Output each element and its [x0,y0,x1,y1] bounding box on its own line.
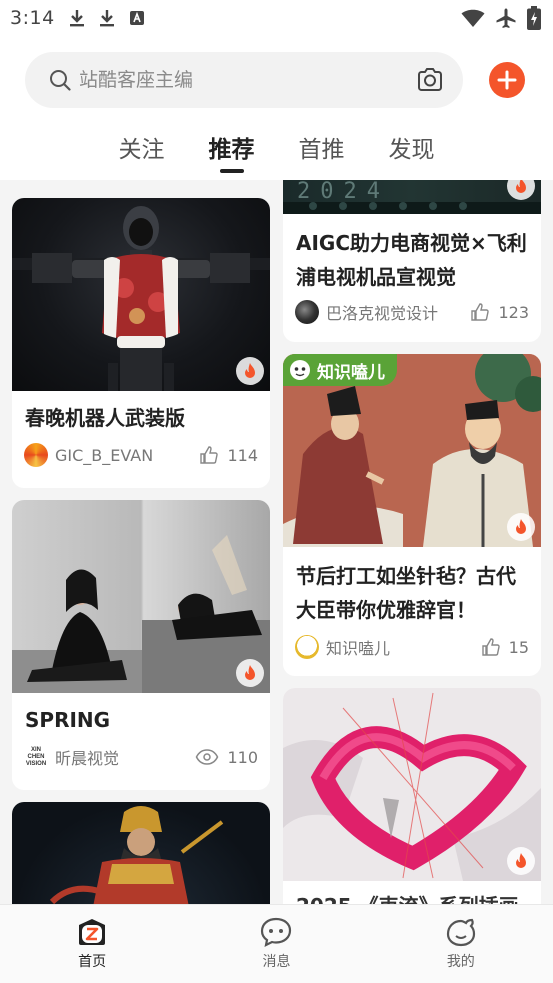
portrait-photo [12,535,270,693]
card-cover-image [12,802,270,904]
card-title: 春晚机器人武装版 [25,406,185,430]
fire-icon [516,180,526,193]
airplane-icon [496,8,516,28]
fire-icon [516,853,526,868]
card-likes[interactable]: 15 [481,637,529,657]
warrior-illustration [49,806,224,904]
fire-icon [516,519,526,534]
search-input[interactable] [79,69,415,91]
hot-badge [507,513,535,541]
thumb-up-icon [471,303,490,321]
nav-label: 消息 [262,954,291,970]
nav-profile[interactable]: 我的 [401,917,521,971]
add-button[interactable] [489,62,525,98]
category-tag: 知识嗑儿 [283,354,397,386]
card-author[interactable]: GIC_B_EVAN [24,443,153,467]
message-icon [261,917,292,947]
feed-card[interactable]: 2025 《束流》系列插画 [283,688,541,904]
status-bar: 3:14 [0,0,553,36]
download-icon [69,10,84,27]
hot-badge [236,357,264,385]
fire-icon [245,665,255,680]
download-icon [99,10,114,27]
bottom-nav: 首页 消息 我的 [0,904,553,983]
card-likes[interactable]: 123 [470,302,529,322]
mascot-icon [290,360,310,380]
card-author[interactable]: 巴洛克视觉设计 [295,300,438,324]
view-count: 110 [227,747,258,767]
card-title: SPRING [25,708,111,732]
brand-logo: XIN CHEN VISION [25,746,47,767]
feed-card[interactable] [12,802,270,904]
battery-charging-icon [527,6,541,30]
tab-recommended[interactable]: 推荐 [209,125,255,173]
feed-card[interactable]: 春晚机器人武装版 GIC_B_EVAN 114 [12,198,270,488]
author-name: 巴洛克视觉设计 [326,304,439,323]
nav-label: 我的 [446,954,475,970]
hot-badge [507,847,535,875]
nav-home[interactable]: 首页 [32,917,152,971]
cover-year-text: 2024 [297,180,390,204]
robot-illustration [12,206,270,391]
card-author[interactable]: 知识嗑儿 [295,635,390,659]
avatar [295,635,319,659]
app-a-icon [129,11,144,25]
hot-badge [236,659,264,687]
card-cover-image: 2024 [283,180,541,214]
like-count: 114 [227,445,258,465]
card-cover-image [283,688,541,881]
wifi-icon [461,9,485,27]
card-author[interactable]: XIN CHEN VISION 昕晨视觉 [24,745,119,769]
card-likes[interactable]: 114 [199,445,258,465]
avatar [295,300,319,324]
author-name: 昕晨视觉 [55,749,120,768]
card-cover-image: 知识嗑儿 [283,354,541,547]
nav-messages[interactable]: 消息 [216,917,336,971]
card-cover-image [12,500,270,693]
author-name: 知识嗑儿 [326,639,391,658]
card-title: AIGC助力电商视觉×飞利浦电视机品宣视觉(202... [296,231,527,289]
plus-icon [497,70,517,90]
tab-discover[interactable]: 发现 [389,125,435,169]
status-time: 3:14 [10,7,55,29]
eye-icon [196,749,219,765]
nav-label: 首页 [78,954,107,970]
author-name: GIC_B_EVAN [55,445,154,465]
tag-label: 知识嗑儿 [317,362,385,383]
card-title: 节后打工如坐针毡？古代大臣带你优雅辞官！ [296,564,516,622]
ribbon-heart-illustration [283,692,541,881]
feed-tabs: 关注 推荐 首推 发现 [0,125,553,175]
fire-icon [245,363,255,378]
tab-following[interactable]: 关注 [119,125,165,169]
thumb-up-icon [200,446,219,464]
card-title-partial: 2025 《束流》系列插画 [283,889,541,904]
feed-card[interactable]: SPRING XIN CHEN VISION 昕晨视觉 110 [12,500,270,790]
tab-featured[interactable]: 首推 [299,125,345,169]
card-cover-image [12,198,270,391]
avatar [24,443,48,467]
thumb-up-icon [481,638,500,656]
home-z-icon [79,919,106,945]
feed-card[interactable]: 知识嗑儿 节后打工如坐针毡？古代大臣带你优雅辞官！ 知识嗑儿 15 [283,354,541,676]
like-count: 123 [498,302,529,322]
feed-card[interactable]: 2024 AIGC助力电商视觉×飞利浦电视机品宣视觉(202... 巴洛克视觉设… [283,180,541,342]
card-views[interactable]: 110 [195,748,258,767]
avatar: XIN CHEN VISION [24,745,48,769]
profile-icon [446,918,475,947]
search-icon [50,70,71,91]
camera-icon[interactable] [415,65,445,95]
feed-grid: 春晚机器人武装版 GIC_B_EVAN 114 SPRING XIN CHEN … [0,180,553,904]
like-count: 15 [508,637,529,657]
cinema-banner: 2024 [283,180,541,214]
search-bar[interactable] [25,52,463,108]
